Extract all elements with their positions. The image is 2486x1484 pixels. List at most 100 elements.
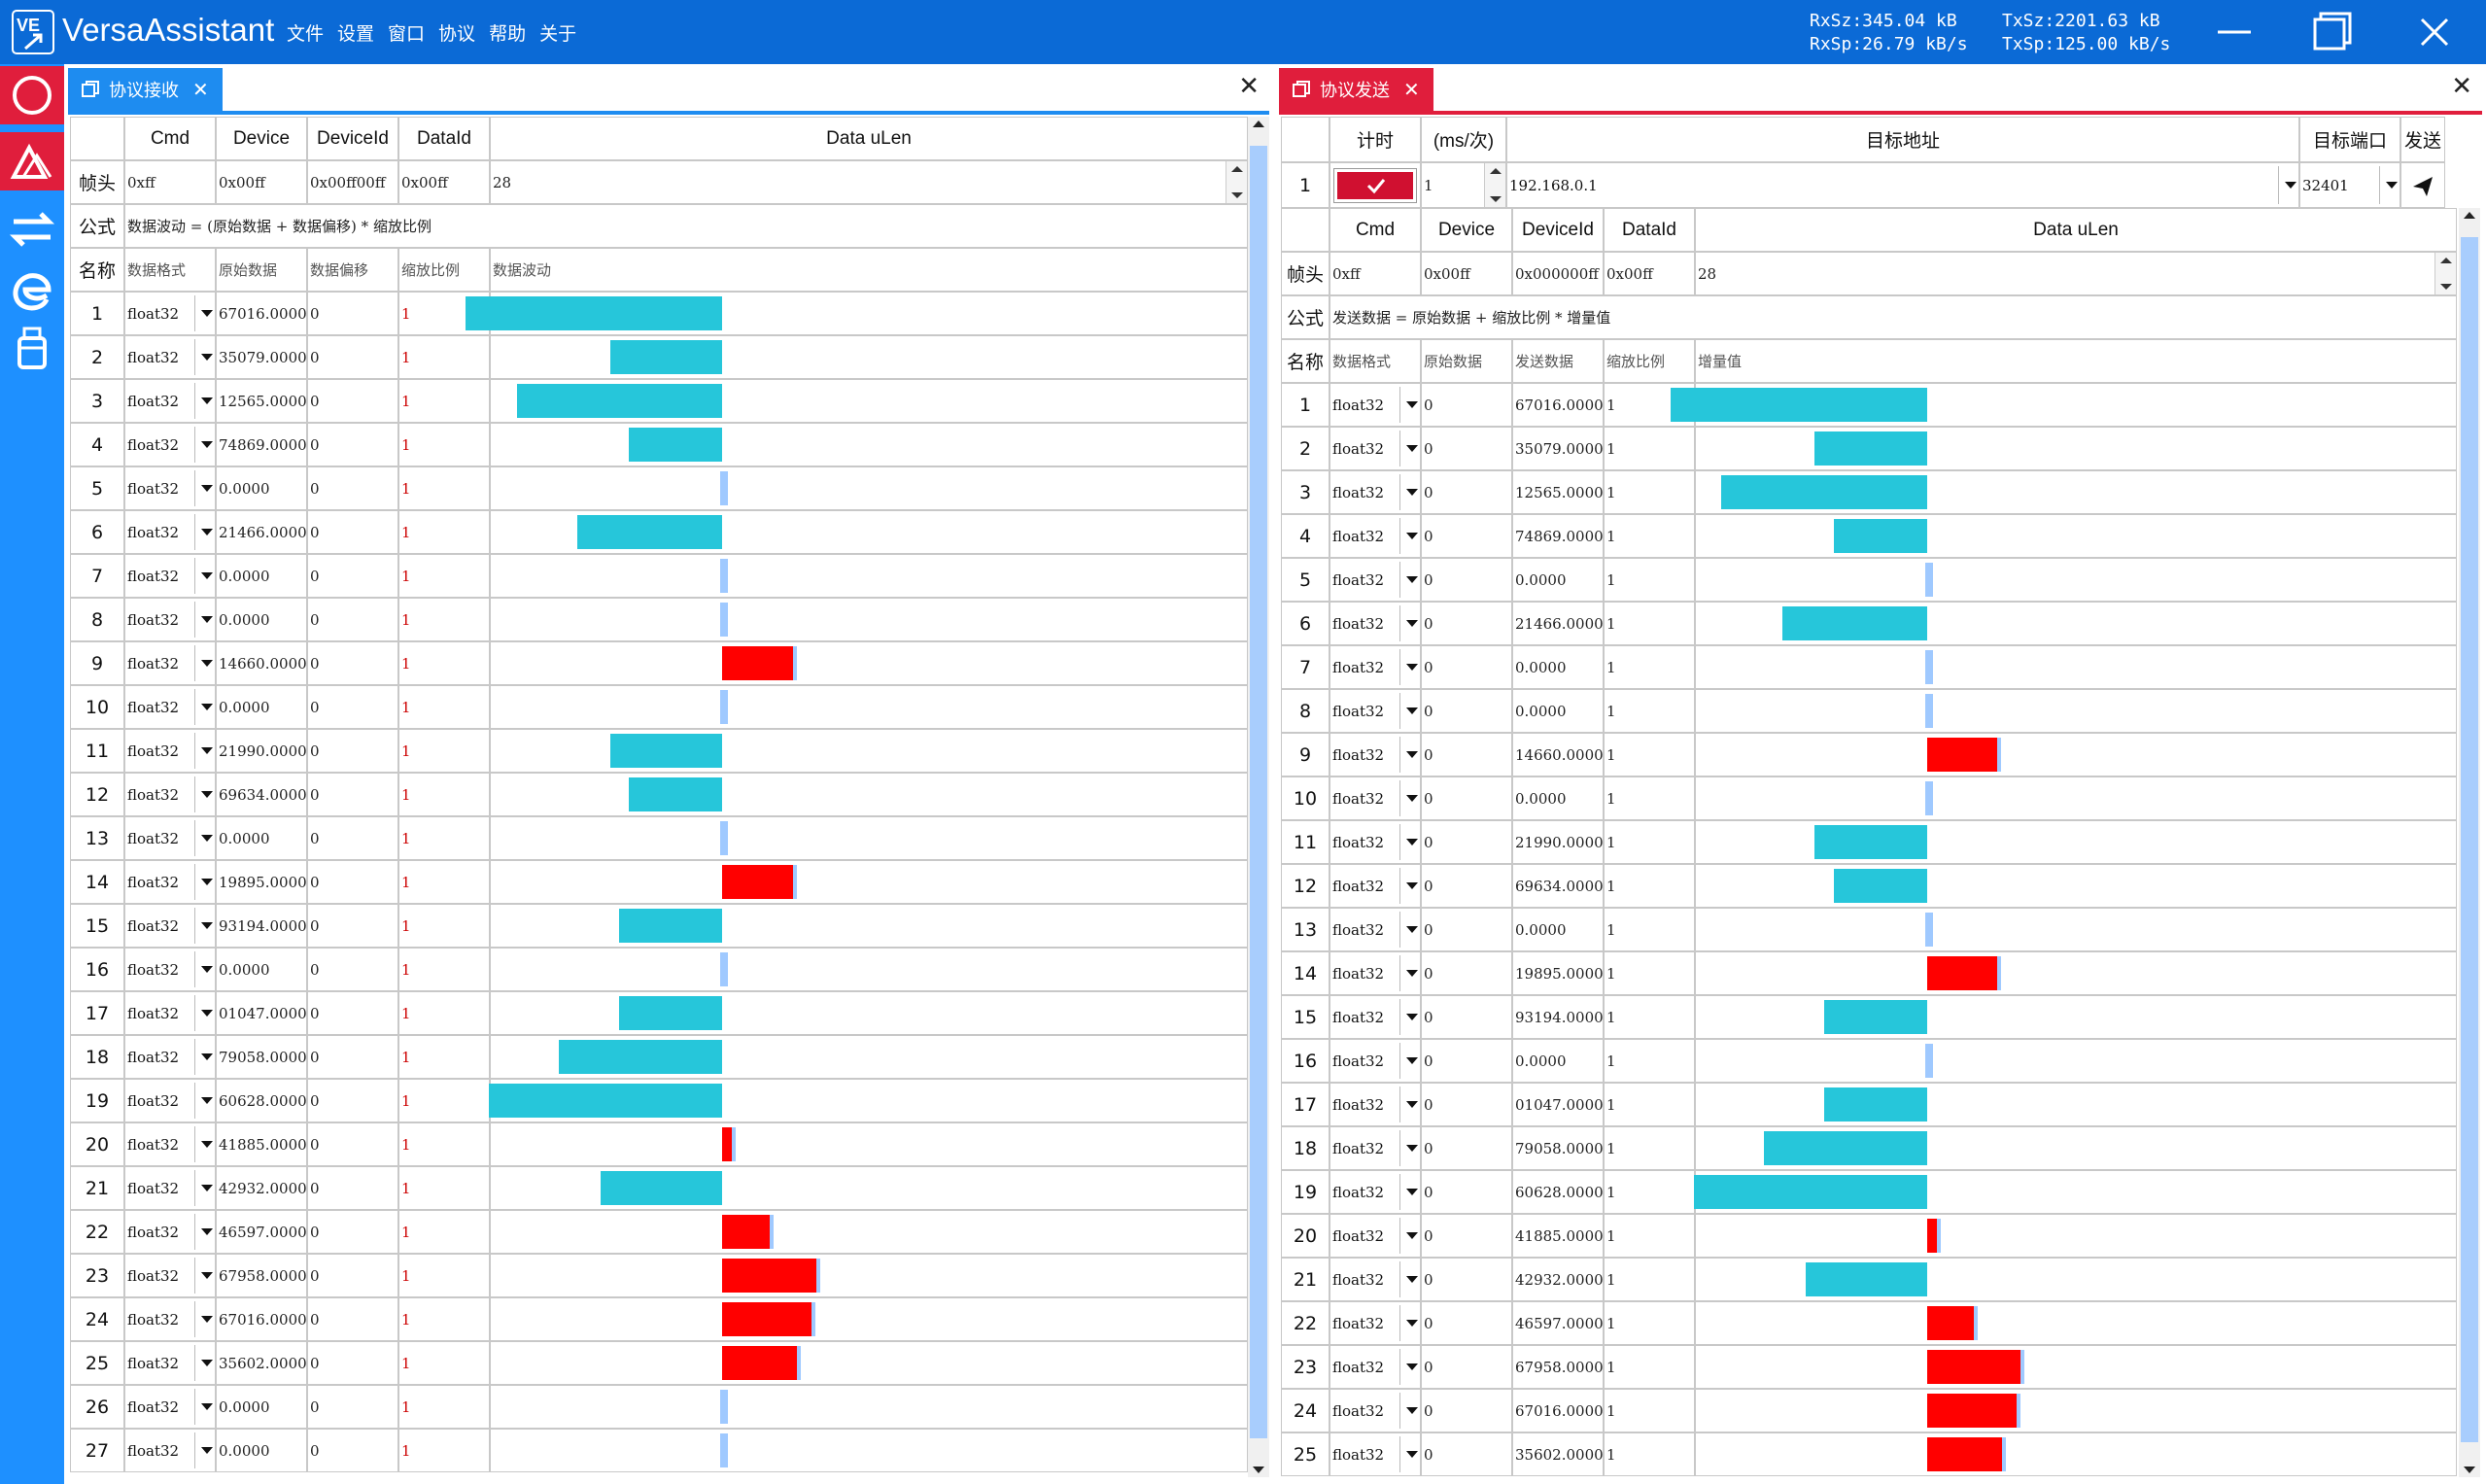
scale-input[interactable]: 1 [398, 1035, 490, 1079]
tab-close-icon[interactable]: ✕ [192, 78, 209, 101]
format-select[interactable]: float32 [124, 641, 216, 685]
panel-close-icon[interactable]: ✕ [1238, 72, 1260, 101]
menu-item-2[interactable]: 窗口 [388, 19, 425, 46]
tab-close-icon[interactable]: ✕ [1403, 78, 1420, 101]
format-select[interactable]: float32 [1329, 1170, 1421, 1214]
raw-data-input[interactable]: 0 [1421, 1258, 1512, 1301]
scale-input[interactable]: 1 [398, 904, 490, 948]
panel-close-icon[interactable]: ✕ [2451, 72, 2472, 101]
raw-data-cell[interactable]: 21466.0000 [216, 510, 307, 554]
send-button[interactable] [2400, 162, 2445, 208]
interval-input[interactable]: 1 [1421, 162, 1506, 208]
raw-data-cell[interactable]: 01047.0000 [216, 991, 307, 1035]
raw-data-input[interactable]: 0 [1421, 777, 1512, 820]
scale-input[interactable]: 1 [398, 598, 490, 641]
format-select[interactable]: float32 [124, 598, 216, 641]
raw-data-cell[interactable]: 60628.0000 [216, 1079, 307, 1122]
vertical-scrollbar[interactable] [2459, 208, 2480, 1477]
spin-down-icon[interactable] [2440, 284, 2452, 290]
raw-data-input[interactable]: 0 [1421, 1214, 1512, 1258]
scale-input[interactable]: 1 [398, 685, 490, 729]
scale-input[interactable]: 1 [398, 1254, 490, 1297]
scale-input[interactable]: 1 [398, 1385, 490, 1429]
frame-dataid-input[interactable]: 0x00ff [1604, 252, 1695, 295]
menu-item-3[interactable]: 协议 [438, 19, 475, 46]
raw-data-cell[interactable]: 0.0000 [216, 554, 307, 598]
scale-input[interactable]: 1 [1604, 689, 1695, 733]
format-select[interactable]: float32 [124, 466, 216, 510]
spin-up-icon[interactable] [2440, 258, 2452, 263]
format-select[interactable]: float32 [1329, 558, 1421, 602]
offset-input[interactable]: 0 [307, 1035, 398, 1079]
raw-data-input[interactable]: 0 [1421, 908, 1512, 951]
offset-input[interactable]: 0 [307, 641, 398, 685]
format-select[interactable]: float32 [1329, 689, 1421, 733]
raw-data-cell[interactable]: 79058.0000 [216, 1035, 307, 1079]
offset-input[interactable]: 0 [307, 292, 398, 335]
frame-dataid-input[interactable]: 0x00ff [398, 160, 490, 204]
offset-input[interactable]: 0 [307, 598, 398, 641]
offset-input[interactable]: 0 [307, 1079, 398, 1122]
offset-input[interactable]: 0 [307, 466, 398, 510]
format-select[interactable]: float32 [124, 423, 216, 466]
scale-input[interactable]: 1 [1604, 558, 1695, 602]
raw-data-cell[interactable]: 0.0000 [216, 598, 307, 641]
raw-data-cell[interactable]: 0.0000 [216, 816, 307, 860]
scale-input[interactable]: 1 [1604, 995, 1695, 1039]
raw-data-input[interactable]: 0 [1421, 427, 1512, 470]
scale-input[interactable]: 1 [1604, 820, 1695, 864]
raw-data-input[interactable]: 0 [1421, 1039, 1512, 1083]
tab-send[interactable]: 协议发送 ✕ [1279, 68, 1433, 111]
raw-data-input[interactable]: 0 [1421, 1432, 1512, 1476]
raw-data-cell[interactable]: 46597.0000 [216, 1210, 307, 1254]
scale-input[interactable]: 1 [1604, 1170, 1695, 1214]
format-select[interactable]: float32 [1329, 1258, 1421, 1301]
format-select[interactable]: float32 [1329, 645, 1421, 689]
format-select[interactable]: float32 [124, 1210, 216, 1254]
scale-input[interactable]: 1 [1604, 1039, 1695, 1083]
frame-deviceid-input[interactable]: 0x00ff00ff [307, 160, 398, 204]
frame-device-input[interactable]: 0x00ff [1421, 252, 1512, 295]
raw-data-cell[interactable]: 0.0000 [216, 685, 307, 729]
scale-input[interactable]: 1 [1604, 1083, 1695, 1126]
raw-data-cell[interactable]: 67016.0000 [216, 292, 307, 335]
raw-data-input[interactable]: 0 [1421, 733, 1512, 777]
scroll-down-icon[interactable] [2464, 1467, 2475, 1473]
offset-input[interactable]: 0 [307, 335, 398, 379]
raw-data-input[interactable]: 0 [1421, 602, 1512, 645]
scale-input[interactable]: 1 [1604, 427, 1695, 470]
menu-item-0[interactable]: 文件 [287, 19, 324, 46]
scale-input[interactable]: 1 [398, 1122, 490, 1166]
raw-data-cell[interactable]: 12565.0000 [216, 379, 307, 423]
format-select[interactable]: float32 [1329, 1432, 1421, 1476]
spin-buttons[interactable] [1484, 163, 1505, 207]
offset-input[interactable]: 0 [307, 773, 398, 816]
scale-input[interactable]: 1 [1604, 908, 1695, 951]
scale-input[interactable]: 1 [1604, 470, 1695, 514]
sidebar-item-circle[interactable] [0, 66, 64, 124]
scale-input[interactable]: 1 [398, 335, 490, 379]
offset-input[interactable]: 0 [307, 816, 398, 860]
scale-input[interactable]: 1 [398, 466, 490, 510]
sidebar-item-wave[interactable] [0, 132, 64, 190]
format-select[interactable]: float32 [1329, 820, 1421, 864]
vertical-scrollbar[interactable] [1248, 117, 1269, 1477]
scale-input[interactable]: 1 [398, 1429, 490, 1472]
scale-input[interactable]: 1 [398, 1341, 490, 1385]
format-select[interactable]: float32 [1329, 383, 1421, 427]
scale-input[interactable]: 1 [1604, 1301, 1695, 1345]
scale-input[interactable]: 1 [1604, 1432, 1695, 1476]
raw-data-cell[interactable]: 74869.0000 [216, 423, 307, 466]
offset-input[interactable]: 0 [307, 1122, 398, 1166]
offset-input[interactable]: 0 [307, 423, 398, 466]
frame-cmd-input[interactable]: 0xff [1329, 252, 1421, 295]
close-icon[interactable] [2410, 8, 2459, 56]
raw-data-input[interactable]: 0 [1421, 383, 1512, 427]
offset-input[interactable]: 0 [307, 860, 398, 904]
scale-input[interactable]: 1 [1604, 602, 1695, 645]
format-select[interactable]: float32 [124, 860, 216, 904]
spin-buttons[interactable] [2434, 253, 2456, 294]
format-select[interactable]: float32 [1329, 777, 1421, 820]
format-select[interactable]: float32 [1329, 1083, 1421, 1126]
format-select[interactable]: float32 [1329, 1126, 1421, 1170]
